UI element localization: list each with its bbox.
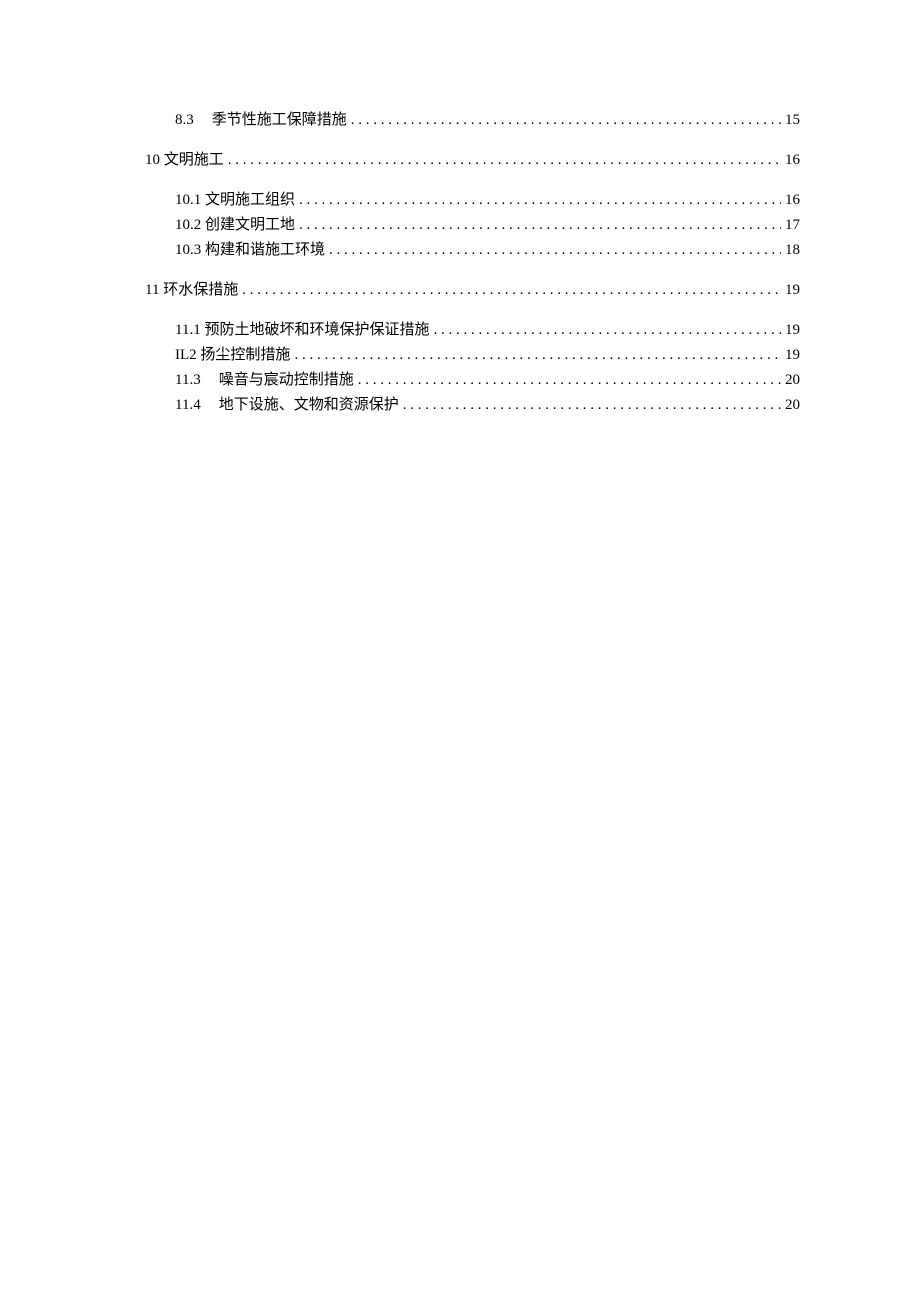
toc-entry: 10.3 构建和谐施工环境 18 xyxy=(175,238,800,263)
toc-entry-label: 10.2 创建文明工地 xyxy=(175,213,295,238)
toc-leader-dots xyxy=(299,188,781,213)
toc-page-number: 19 xyxy=(785,278,800,303)
toc-page-number: 19 xyxy=(785,343,800,368)
toc-page-number: 16 xyxy=(785,148,800,173)
toc-heading-label: 11 环水保措施 xyxy=(145,278,238,303)
toc-entry: 10.2 创建文明工地 17 xyxy=(175,213,800,238)
toc-page-number: 16 xyxy=(785,188,800,213)
toc-heading: 10 文明施工 16 xyxy=(145,148,800,173)
toc-leader-dots xyxy=(433,318,781,343)
toc-leader-dots xyxy=(294,343,781,368)
toc-heading-label: 10 文明施工 xyxy=(145,148,224,173)
toc-entry-label: 10.3 构建和谐施工环境 xyxy=(175,238,325,263)
toc-entry-label: 10.1 文明施工组织 xyxy=(175,188,295,213)
toc-leader-dots xyxy=(228,148,781,173)
toc-entry-label: 11.1 预防土地破坏和环境保护保证措施 xyxy=(175,318,429,343)
toc-leader-dots xyxy=(403,393,781,418)
toc-page-number: 18 xyxy=(785,238,800,263)
toc-entry-label: IL2 扬尘控制措施 xyxy=(175,343,290,368)
toc-entry: 11.3噪音与宸动控制措施 20 xyxy=(175,368,800,393)
toc-page-number: 20 xyxy=(785,368,800,393)
document-page: 8.3季节性施工保障措施 15 10 文明施工 16 10.1 文明施工组织 1… xyxy=(0,0,920,418)
toc-heading: 11 环水保措施 19 xyxy=(145,278,800,303)
toc-leader-dots xyxy=(351,108,781,133)
toc-entry: 11.4地下设施、文物和资源保护 20 xyxy=(175,393,800,418)
toc-page-number: 15 xyxy=(785,108,800,133)
toc-group-10-items: 10.1 文明施工组织 16 10.2 创建文明工地 17 10.3 构建和谐施… xyxy=(145,188,800,263)
toc-entry: 8.3季节性施工保障措施 15 xyxy=(175,108,800,133)
toc-leader-dots xyxy=(242,278,781,303)
toc-entry-label: 8.3季节性施工保障措施 xyxy=(175,108,347,133)
toc-page-number: 17 xyxy=(785,213,800,238)
toc-group-11-items: 11.1 预防土地破坏和环境保护保证措施 19 IL2 扬尘控制措施 19 11… xyxy=(145,318,800,418)
toc-entry: 10.1 文明施工组织 16 xyxy=(175,188,800,213)
toc-leader-dots xyxy=(329,238,781,263)
toc-leader-dots xyxy=(358,368,781,393)
toc-group-11: 11 环水保措施 19 xyxy=(145,278,800,303)
toc-leader-dots xyxy=(299,213,781,238)
toc-entry: 11.1 预防土地破坏和环境保护保证措施 19 xyxy=(175,318,800,343)
toc-page-number: 19 xyxy=(785,318,800,343)
toc-entry-label: 11.4地下设施、文物和资源保护 xyxy=(175,393,399,418)
toc-entry-label: 11.3噪音与宸动控制措施 xyxy=(175,368,354,393)
toc-group-10: 10 文明施工 16 xyxy=(145,148,800,173)
toc-page-number: 20 xyxy=(785,393,800,418)
toc-group-8: 8.3季节性施工保障措施 15 xyxy=(145,108,800,133)
toc-entry: IL2 扬尘控制措施 19 xyxy=(175,343,800,368)
